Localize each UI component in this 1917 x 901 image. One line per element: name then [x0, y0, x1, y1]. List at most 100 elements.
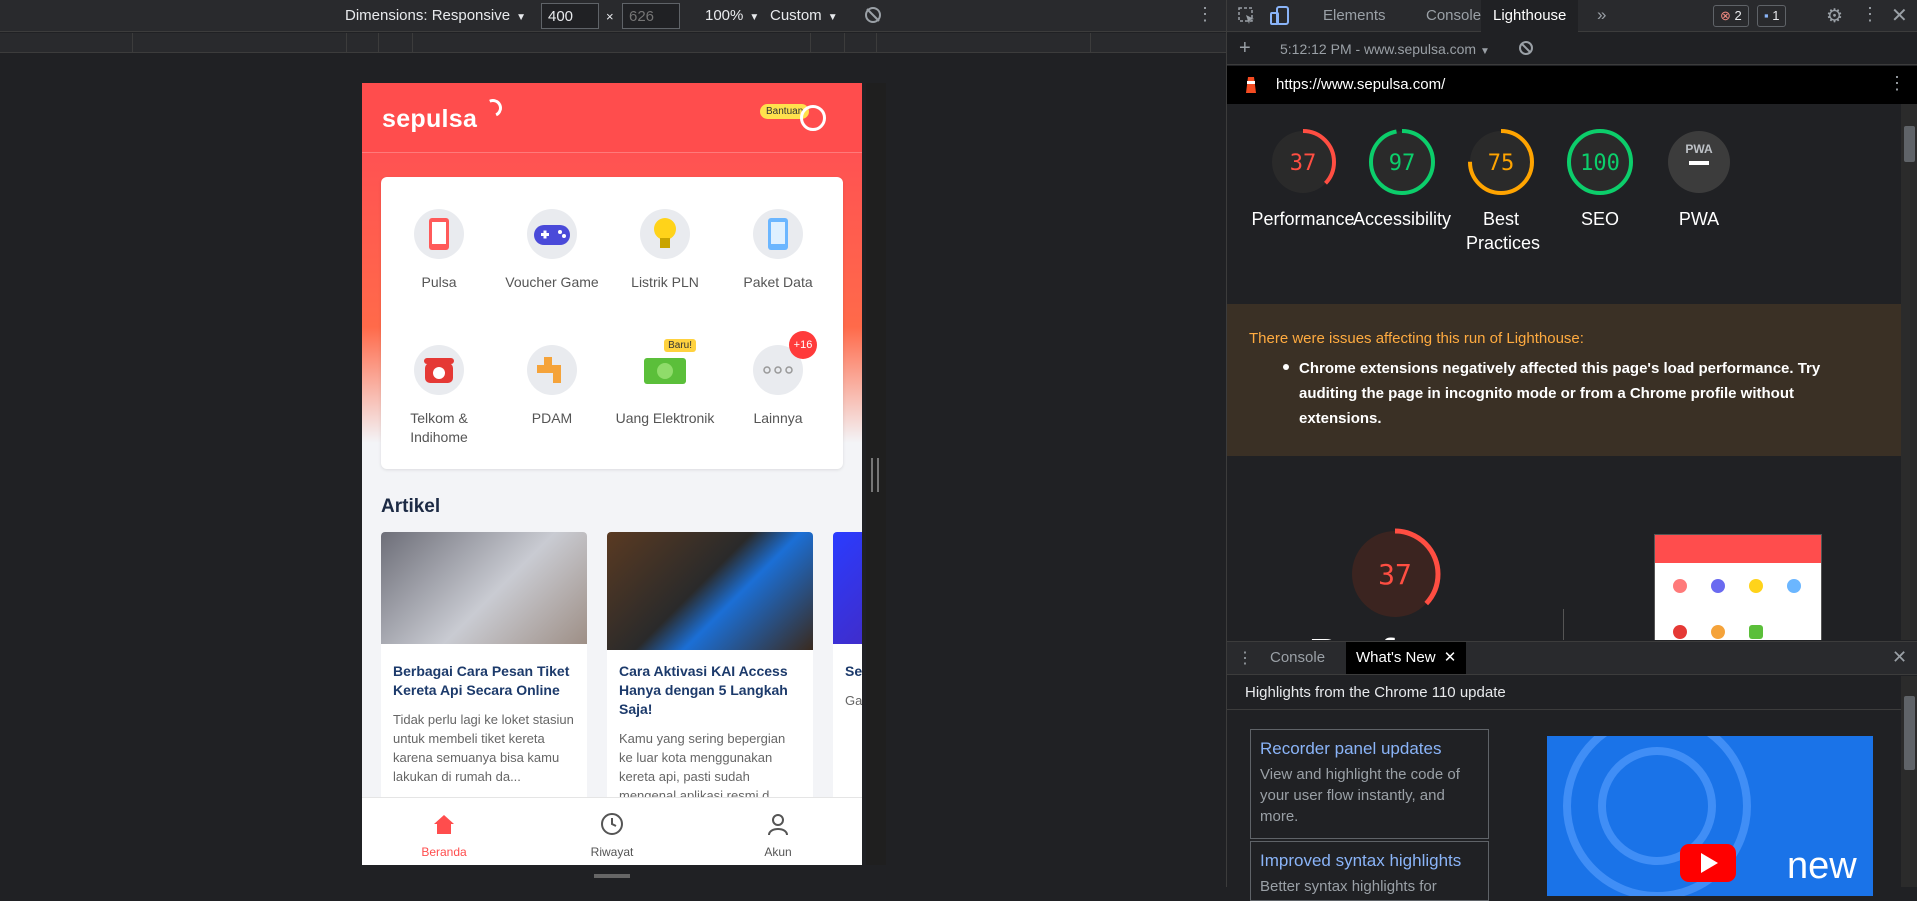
rotate-icon[interactable] — [863, 5, 883, 29]
menu-item-lainnya[interactable]: +16 Lainnya — [723, 331, 833, 428]
whats-new-content: Recorder panel updates View and highligh… — [1227, 711, 1901, 901]
video-artwork: new — [1563, 736, 1857, 896]
error-icon: ⊗ — [1720, 8, 1731, 23]
zoom-dropdown[interactable]: 100% ▼ — [705, 7, 759, 24]
times-sign: × — [606, 9, 614, 24]
chevron-down-icon: ▼ — [516, 12, 526, 23]
article-card[interactable]: Berbagai Cara Pesan Tiket Kereta Api Sec… — [381, 532, 587, 832]
lighthouse-logo-icon — [1243, 75, 1259, 99]
height-input[interactable] — [622, 3, 680, 29]
mobile-data-icon — [753, 209, 803, 259]
score-value: 100 — [1580, 151, 1620, 176]
nav-beranda[interactable]: Beranda — [394, 812, 494, 859]
nav-akun[interactable]: Akun — [728, 812, 828, 859]
chevron-down-icon: ▼ — [827, 12, 838, 23]
menu-label: Voucher Game — [505, 274, 599, 290]
report-menu-icon[interactable]: ⋮ — [1888, 73, 1906, 94]
warning-heading: There were issues affecting this run of … — [1249, 330, 1584, 347]
chat-help-icon[interactable] — [800, 105, 826, 131]
article-thumbnail — [381, 532, 587, 644]
width-input[interactable] — [541, 3, 599, 29]
app-header: sepulsa Bantuan — [362, 83, 862, 153]
service-menu: Pulsa Voucher Game Listrik PLN Paket Dat… — [381, 177, 843, 469]
scroll-thumb[interactable] — [1904, 126, 1915, 162]
articles-heading: Artikel — [381, 496, 441, 517]
tab-elements[interactable]: Elements — [1311, 0, 1398, 32]
video-caption: new — [1787, 845, 1857, 887]
close-devtools-icon[interactable]: ✕ — [1891, 3, 1908, 28]
more-count-badge: +16 — [789, 331, 817, 359]
feature-card[interactable]: Improved syntax highlights Better syntax… — [1250, 841, 1489, 901]
message-count-badge[interactable]: ▪ 1 — [1757, 5, 1787, 27]
close-tab-icon[interactable]: ✕ — [1444, 649, 1457, 666]
menu-item-uang-elektronik[interactable]: Baru! Uang Elektronik — [610, 339, 720, 428]
whats-new-scrollbar[interactable] — [1901, 676, 1917, 887]
device-toolbar: Dimensions: Responsive▼ × 100%▼ Custom▼ … — [0, 0, 1226, 32]
drawer-tabbar: ⋮ Console What's New ✕ ✕ — [1227, 641, 1917, 675]
lightbulb-icon — [640, 209, 690, 259]
report-time: 5:12:12 PM - www.sepulsa.com — [1280, 41, 1477, 57]
scroll-thumb[interactable] — [1904, 696, 1915, 770]
settings-gear-icon[interactable]: ⚙ — [1826, 5, 1843, 28]
chevron-down-icon: ▼ — [749, 12, 760, 23]
tab-lighthouse[interactable]: Lighthouse — [1481, 0, 1579, 32]
telephone-icon — [414, 345, 464, 395]
clear-reports-icon[interactable] — [1518, 40, 1534, 59]
dimensions-dropdown[interactable]: Dimensions: Responsive ▼ — [345, 7, 526, 24]
customize-menu-icon[interactable]: ⋮ — [1861, 4, 1879, 25]
dimensions-label: Dimensions: Responsive — [345, 7, 511, 24]
lighthouse-url-bar: https://www.sepulsa.com/ ⋮ — [1227, 66, 1917, 104]
resize-grip-vertical[interactable] — [594, 874, 630, 878]
article-thumbnail — [607, 532, 813, 650]
drawer-menu-icon[interactable]: ⋮ — [1237, 648, 1253, 668]
article-card[interactable]: Cara Aktivasi KAI Access Hanya dengan 5 … — [607, 532, 813, 832]
report-scrollbar[interactable] — [1901, 104, 1917, 640]
score-gauge-pwa[interactable]: PWA PWA — [1634, 127, 1764, 231]
throttle-dropdown[interactable]: Custom ▼ — [770, 7, 838, 24]
performance-heading: Perf — [1309, 630, 1395, 640]
article-card[interactable]: Se... Me... Ga... Ga... sat... dir... In… — [833, 532, 862, 832]
new-report-icon[interactable]: + — [1239, 37, 1251, 60]
report-selector[interactable]: 5:12:12 PM - www.sepulsa.com ▼ — [1280, 41, 1490, 57]
warning-item: Chrome extensions negatively affected th… — [1299, 360, 1821, 427]
drawer-tab-whats-new[interactable]: What's New ✕ — [1346, 642, 1467, 674]
logo-mark-icon — [481, 96, 505, 120]
drawer-tab-console[interactable]: Console — [1260, 642, 1335, 674]
whats-new-video-thumbnail[interactable]: new — [1547, 736, 1873, 896]
devtools-tabbar: Elements Console Lighthouse » ⊗ 2 ▪ 1 ⚙ … — [1227, 0, 1917, 32]
article-title: Cara Aktivasi KAI Access Hanya dengan 5 … — [619, 663, 788, 717]
menu-item-pdam[interactable]: PDAM — [497, 345, 607, 428]
menu-item-voucher-game[interactable]: Voucher Game — [497, 209, 607, 292]
home-icon — [434, 815, 454, 834]
more-options-icon[interactable]: ⋮ — [1196, 4, 1214, 25]
whats-new-header: Highlights from the Chrome 110 update — [1227, 676, 1901, 710]
feature-card[interactable]: Recorder panel updates View and highligh… — [1250, 729, 1489, 839]
menu-label: Uang Elektronik — [615, 410, 715, 426]
menu-item-paket-data[interactable]: Paket Data — [723, 209, 833, 292]
message-icon: ▪ — [1764, 8, 1769, 23]
phone-viewport: sepulsa Bantuan Pulsa Voucher Game Listr… — [362, 83, 862, 865]
error-count-badge[interactable]: ⊗ 2 — [1713, 5, 1749, 27]
feature-title[interactable]: Improved syntax highlights — [1260, 850, 1479, 872]
nav-label: Beranda — [421, 845, 467, 859]
performance-gauge-large[interactable]: 37 — [1345, 524, 1445, 629]
device-toggle-icon[interactable] — [1269, 5, 1291, 31]
nav-riwayat[interactable]: Riwayat — [562, 812, 662, 859]
more-tabs-icon[interactable]: » — [1597, 5, 1606, 25]
page-screenshot-thumbnail[interactable] — [1654, 534, 1822, 640]
score-value: 97 — [1389, 151, 1416, 176]
nav-label: Riwayat — [590, 845, 634, 859]
menu-item-listrik-pln[interactable]: Listrik PLN — [610, 209, 720, 292]
article-title: Se... Me... Ga... — [845, 663, 862, 679]
menu-item-telkom-indihome[interactable]: Telkom & Indihome — [384, 345, 494, 447]
menu-item-pulsa[interactable]: Pulsa — [384, 209, 494, 292]
divider — [1563, 609, 1564, 640]
feature-title[interactable]: Recorder panel updates — [1260, 738, 1479, 760]
water-tap-icon — [527, 345, 577, 395]
sepulsa-logo[interactable]: sepulsa — [382, 105, 477, 134]
inspect-element-icon[interactable] — [1237, 6, 1257, 30]
gamepad-icon — [527, 209, 577, 259]
close-drawer-icon[interactable]: ✕ — [1892, 647, 1907, 668]
report-url[interactable]: https://www.sepulsa.com/ — [1276, 76, 1445, 93]
resize-grip-horizontal[interactable] — [871, 458, 879, 492]
